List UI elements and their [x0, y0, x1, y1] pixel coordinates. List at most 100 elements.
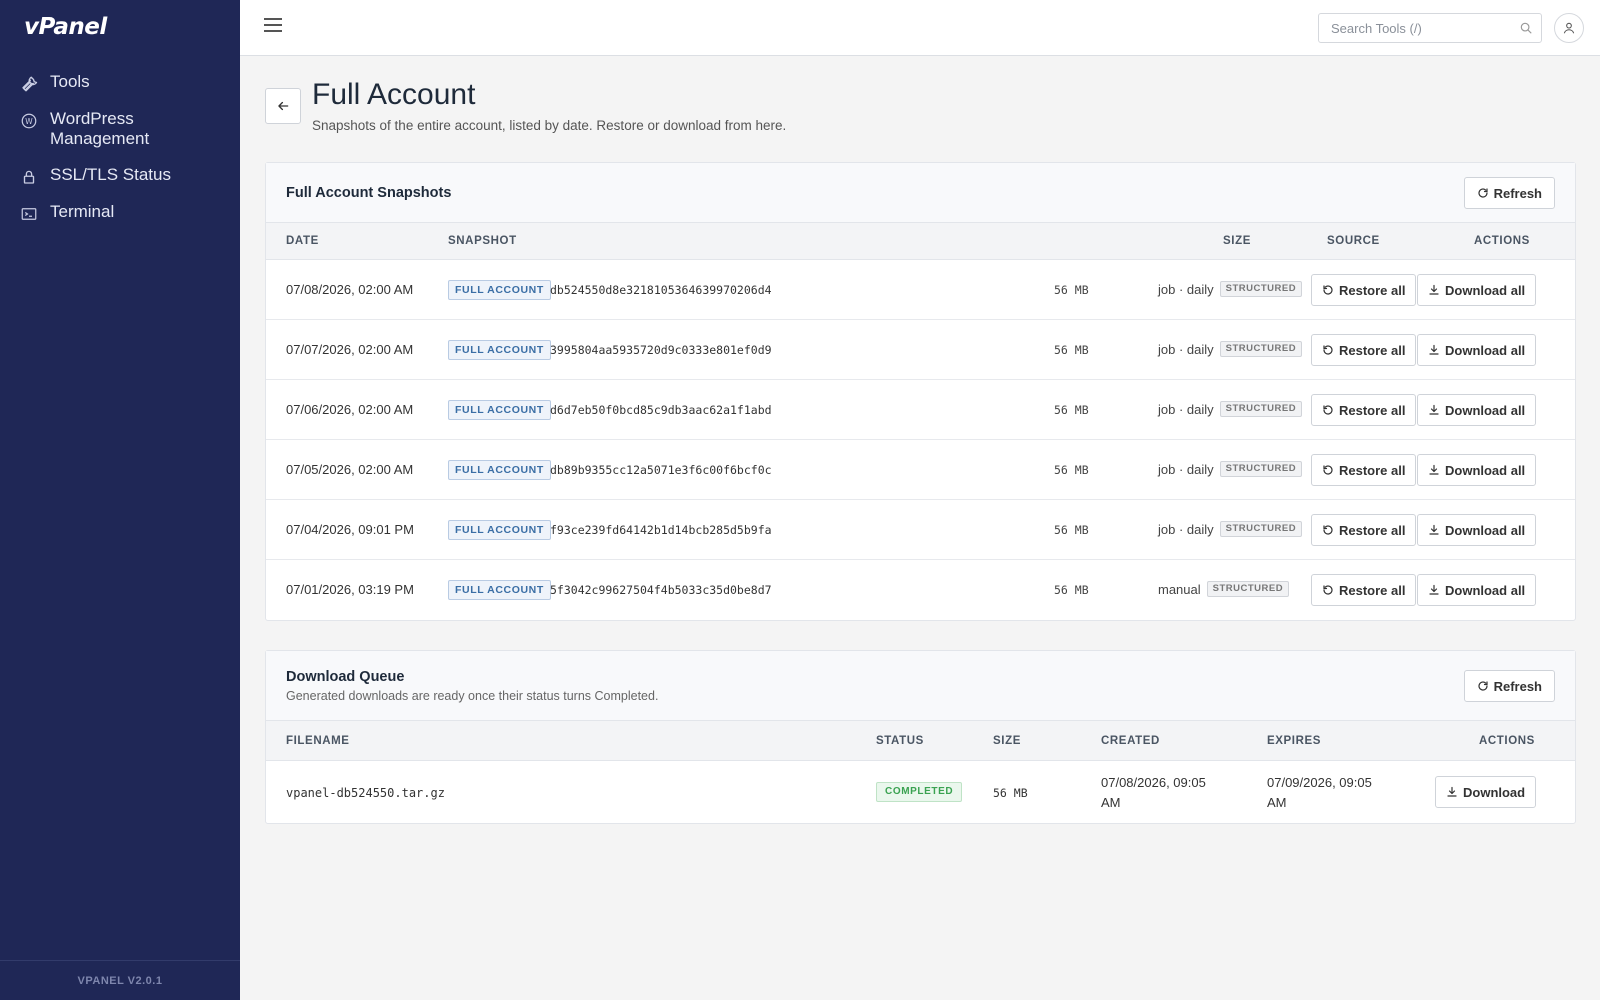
download-label: Download all [1445, 582, 1526, 598]
col-status: STATUS [876, 735, 924, 747]
download-button[interactable]: Download [1435, 776, 1537, 808]
snapshot-type-badge: FULL ACCOUNT [448, 580, 551, 600]
topbar [240, 0, 1600, 56]
refresh-label: Refresh [1493, 185, 1542, 201]
app-logo[interactable]: vPanel [24, 14, 107, 40]
col-actions: ACTIONS [1474, 235, 1530, 247]
source-text: job · daily [1158, 461, 1214, 477]
restore-icon [1323, 585, 1333, 595]
expires-line2: AM [1267, 795, 1287, 810]
back-button[interactable] [265, 88, 301, 124]
svg-text:W: W [25, 117, 33, 126]
table-row: 07/08/2026, 02:00 AM FULL ACCOUNT db5245… [266, 260, 1575, 320]
snapshot-source: job · daily STRUCTURED [1158, 521, 1303, 537]
search-icon[interactable] [1519, 21, 1533, 35]
col-expires: EXPIRES [1267, 735, 1322, 747]
restore-icon [1323, 345, 1333, 355]
download-all-button[interactable]: Download all [1417, 514, 1537, 546]
download-all-button[interactable]: Download all [1417, 574, 1537, 606]
snapshot-source: job · daily STRUCTURED [1158, 461, 1303, 477]
snapshot-hash: f93ce239fd64142b1d14bcb285d5b9fa [550, 523, 772, 537]
download-icon [1429, 404, 1439, 415]
snapshot-source: job · daily STRUCTURED [1158, 401, 1303, 417]
format-badge: STRUCTURED [1219, 521, 1303, 537]
created-line2: AM [1101, 795, 1121, 810]
snapshot-size: 56 MB [1054, 463, 1089, 477]
restore-all-button[interactable]: Restore all [1311, 514, 1417, 546]
snapshot-source: manual STRUCTURED [1158, 581, 1290, 597]
snapshots-refresh-button[interactable]: Refresh [1463, 177, 1555, 209]
format-badge: STRUCTURED [1219, 281, 1303, 297]
queue-card-header: Download Queue Generated downloads are r… [266, 651, 1575, 721]
download-icon [1429, 584, 1439, 595]
download-all-button[interactable]: Download all [1417, 394, 1537, 426]
snapshot-source: job · daily STRUCTURED [1158, 281, 1303, 297]
snapshots-card-header: Full Account Snapshots Refresh [266, 163, 1575, 223]
user-icon [1563, 22, 1575, 34]
snapshot-type-badge: FULL ACCOUNT [448, 460, 551, 480]
source-text: job · daily [1158, 281, 1214, 297]
restore-all-button[interactable]: Restore all [1311, 454, 1417, 486]
format-badge: STRUCTURED [1219, 341, 1303, 357]
sidebar-item-ssl[interactable]: SSL/TLS Status [0, 157, 240, 194]
menu-toggle-icon[interactable] [264, 18, 282, 36]
col-size: SIZE [993, 735, 1021, 747]
snapshot-hash: db89b9355cc12a5071e3f6c00f6bcf0c [550, 463, 772, 477]
restore-all-button[interactable]: Restore all [1311, 334, 1417, 366]
snapshot-hash: d6d7eb50f0bcd85c9db3aac62a1f1abd [550, 403, 772, 417]
restore-icon [1323, 285, 1333, 295]
snapshot-type-badge: FULL ACCOUNT [448, 400, 551, 420]
source-text: manual [1158, 581, 1201, 597]
col-source: SOURCE [1327, 235, 1380, 247]
snapshot-size: 56 MB [1054, 403, 1089, 417]
col-actions: ACTIONS [1479, 735, 1535, 747]
arrow-left-icon [278, 101, 289, 111]
snapshot-size: 56 MB [1054, 583, 1089, 597]
table-row: vpanel-db524550.tar.gz COMPLETED 56 MB 0… [266, 761, 1575, 823]
download-all-button[interactable]: Download all [1417, 274, 1537, 306]
restore-icon [1323, 525, 1333, 535]
format-badge: STRUCTURED [1219, 461, 1303, 477]
queue-size: 56 MB [993, 786, 1028, 800]
restore-label: Restore all [1339, 402, 1406, 418]
restore-all-button[interactable]: Restore all [1311, 394, 1417, 426]
refresh-label: Refresh [1493, 678, 1542, 694]
snapshot-size: 56 MB [1054, 523, 1089, 537]
search-input[interactable] [1319, 14, 1519, 42]
refresh-icon [1477, 681, 1488, 691]
queue-subtitle: Generated downloads are ready once their… [286, 689, 659, 703]
snapshot-date: 07/08/2026, 02:00 AM [286, 282, 414, 297]
snapshot-date: 07/07/2026, 02:00 AM [286, 342, 414, 357]
page-title: Full Account [312, 78, 476, 111]
table-row: 07/05/2026, 02:00 AM FULL ACCOUNT db89b9… [266, 440, 1575, 500]
download-label: Download all [1445, 342, 1526, 358]
col-size: SIZE [1223, 235, 1251, 247]
sidebar-item-label: SSL/TLS Status [50, 165, 171, 184]
sidebar-item-label: WordPress Management [50, 109, 150, 148]
download-all-button[interactable]: Download all [1417, 454, 1537, 486]
source-text: job · daily [1158, 401, 1214, 417]
restore-icon [1323, 405, 1333, 415]
queue-expires: 07/09/2026, 09:05 AM [1267, 773, 1372, 813]
download-queue-card: Download Queue Generated downloads are r… [265, 650, 1576, 824]
user-menu-button[interactable] [1554, 13, 1584, 43]
download-icon [1447, 786, 1457, 797]
download-all-button[interactable]: Download all [1417, 334, 1537, 366]
download-label: Download all [1445, 522, 1526, 538]
restore-label: Restore all [1339, 342, 1406, 358]
queue-created: 07/08/2026, 09:05 AM [1101, 773, 1206, 813]
queue-refresh-button[interactable]: Refresh [1463, 670, 1555, 702]
snapshot-hash: 3995804aa5935720d9c0333e801ef0d9 [550, 343, 772, 357]
expires-line1: 07/09/2026, 09:05 [1267, 775, 1372, 790]
download-label: Download all [1445, 282, 1526, 298]
snapshots-title: Full Account Snapshots [286, 185, 452, 201]
snapshot-type-badge: FULL ACCOUNT [448, 280, 551, 300]
restore-all-button[interactable]: Restore all [1311, 274, 1417, 306]
sidebar-item-terminal[interactable]: Terminal [0, 194, 240, 231]
snapshot-date: 07/01/2026, 03:19 PM [286, 582, 414, 597]
page-subtitle: Snapshots of the entire account, listed … [312, 118, 787, 133]
sidebar-item-tools[interactable]: Tools [0, 64, 240, 101]
wrench-icon [20, 75, 38, 93]
sidebar-item-wordpress[interactable]: W WordPress Management [0, 101, 240, 157]
restore-all-button[interactable]: Restore all [1311, 574, 1417, 606]
